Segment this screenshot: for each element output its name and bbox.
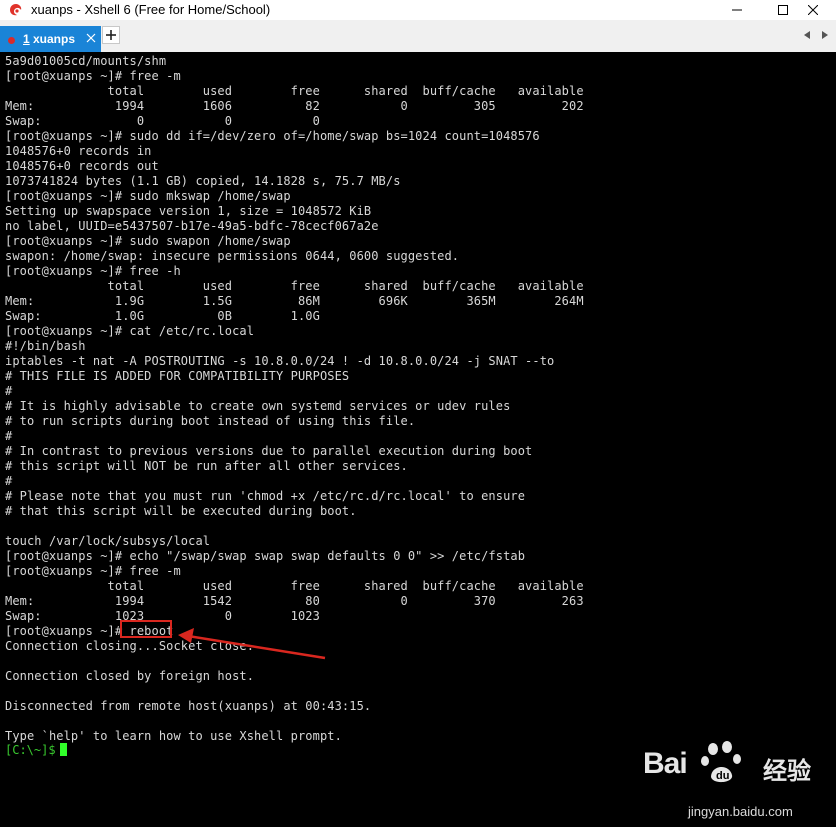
maximize-icon (778, 5, 788, 15)
session-status-icon (8, 37, 15, 44)
minimize-button[interactable] (714, 0, 760, 20)
close-icon (808, 5, 818, 15)
tab-xuanps[interactable]: 1 xuanps (0, 26, 101, 52)
triangle-left-icon (804, 31, 810, 39)
watermark-brand: Bai (643, 747, 688, 780)
close-button[interactable] (790, 0, 836, 20)
xshell-logo-icon (10, 4, 22, 16)
watermark-url: jingyan.baidu.com (688, 804, 793, 819)
tab-label: xuanps (33, 32, 76, 46)
plus-icon (106, 30, 116, 40)
tab-close-icon[interactable] (86, 31, 96, 45)
window-title: xuanps - Xshell 6 (Free for Home/School) (31, 2, 271, 17)
triangle-right-icon (822, 31, 828, 39)
paw-logo-icon: du (701, 741, 741, 783)
minimize-icon (732, 9, 742, 11)
svg-text:du: du (716, 770, 729, 782)
watermark-cn-text: 经验 (763, 758, 811, 785)
annotation-arrow-icon (178, 628, 326, 660)
local-shell-prompt[interactable]: [C:\~]$ (5, 743, 67, 758)
tab-scroll-left-button[interactable] (800, 28, 814, 42)
text-cursor (59, 743, 67, 756)
prompt-text: [C:\~]$ (5, 743, 56, 757)
terminal-output[interactable]: 5a9d01005cd/mounts/shm [root@xuanps ~]# f… (0, 52, 836, 819)
new-tab-button[interactable] (102, 26, 120, 44)
session-tab-bar: 1 xuanps (0, 20, 836, 52)
tab-number: 1 (23, 32, 30, 46)
window-titlebar[interactable]: xuanps - Xshell 6 (Free for Home/School) (0, 0, 836, 20)
baidu-jingyan-watermark: Bai du 经验 jingyan.baidu.com (643, 741, 833, 827)
tab-scroll-right-button[interactable] (818, 28, 832, 42)
